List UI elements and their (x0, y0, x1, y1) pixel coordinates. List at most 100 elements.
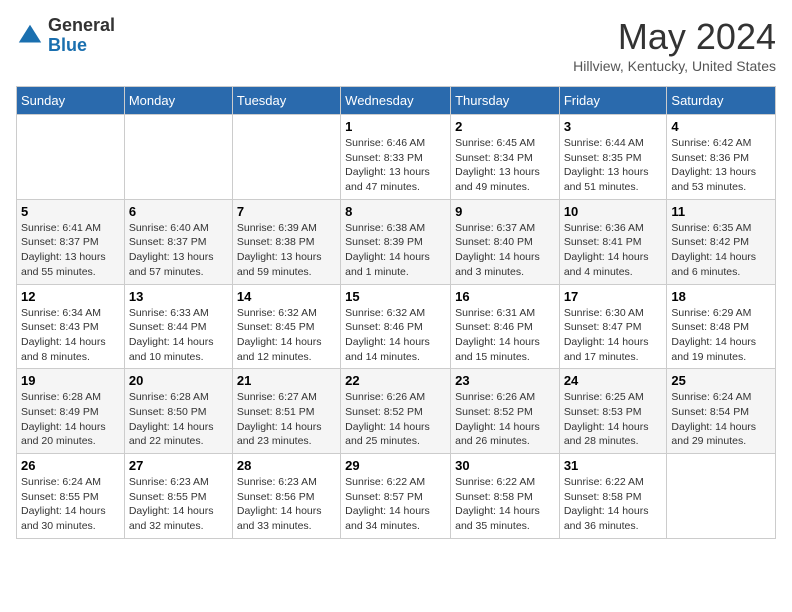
day-info: Sunrise: 6:39 AM Sunset: 8:38 PM Dayligh… (237, 221, 336, 280)
day-info: Sunrise: 6:26 AM Sunset: 8:52 PM Dayligh… (345, 390, 446, 449)
calendar-cell: 28 Sunrise: 6:23 AM Sunset: 8:56 PM Dayli… (232, 454, 340, 539)
day-info: Sunrise: 6:34 AM Sunset: 8:43 PM Dayligh… (21, 306, 120, 365)
calendar-cell: 26 Sunrise: 6:24 AM Sunset: 8:55 PM Dayli… (17, 454, 125, 539)
day-info: Sunrise: 6:30 AM Sunset: 8:47 PM Dayligh… (564, 306, 663, 365)
day-number: 6 (129, 204, 228, 219)
day-info: Sunrise: 6:40 AM Sunset: 8:37 PM Dayligh… (129, 221, 228, 280)
calendar-cell: 29Sunrise: 6:22 AM Sunset: 8:57 PM Dayli… (341, 454, 451, 539)
day-info: Sunrise: 6:27 AM Sunset: 8:51 PM Dayligh… (237, 390, 336, 449)
day-info: Sunrise: 6:41 AM Sunset: 8:37 PM Dayligh… (21, 221, 120, 280)
day-info: Sunrise: 6:29 AM Sunset: 8:48 PM Dayligh… (671, 306, 771, 365)
day-number: 30 (455, 458, 555, 473)
logo: General Blue (16, 16, 115, 56)
calendar-cell: 21 Sunrise: 6:27 AM Sunset: 8:51 PM Dayli… (232, 369, 340, 454)
day-number: 7 (237, 204, 336, 219)
day-number: 29 (345, 458, 446, 473)
day-number: 11 (671, 204, 771, 219)
calendar-cell: 8Sunrise: 6:38 AM Sunset: 8:39 PM Daylig… (341, 199, 451, 284)
calendar-week-3: 12 Sunrise: 6:34 AM Sunset: 8:43 PM Dayli… (17, 284, 776, 369)
day-number: 26 (21, 458, 120, 473)
day-header-monday: Monday (124, 87, 232, 115)
calendar-cell: 14 Sunrise: 6:32 AM Sunset: 8:45 PM Dayli… (232, 284, 340, 369)
calendar-cell: 31Sunrise: 6:22 AM Sunset: 8:58 PM Dayli… (559, 454, 667, 539)
day-header-sunday: Sunday (17, 87, 125, 115)
calendar-cell: 13 Sunrise: 6:33 AM Sunset: 8:44 PM Dayli… (124, 284, 232, 369)
day-info: Sunrise: 6:44 AM Sunset: 8:35 PM Dayligh… (564, 136, 663, 195)
day-info: Sunrise: 6:46 AM Sunset: 8:33 PM Dayligh… (345, 136, 446, 195)
calendar-cell: 5Sunrise: 6:41 AM Sunset: 8:37 PM Daylig… (17, 199, 125, 284)
calendar-cell: 16 Sunrise: 6:31 AM Sunset: 8:46 PM Dayli… (451, 284, 560, 369)
day-info: Sunrise: 6:23 AM Sunset: 8:56 PM Dayligh… (237, 475, 336, 534)
day-number: 2 (455, 119, 555, 134)
calendar-cell: 3 Sunrise: 6:44 AM Sunset: 8:35 PM Daylig… (559, 115, 667, 200)
month-title: May 2024 (573, 16, 776, 58)
day-number: 12 (21, 289, 120, 304)
calendar-table: SundayMondayTuesdayWednesdayThursdayFrid… (16, 86, 776, 539)
calendar-cell: 7 Sunrise: 6:39 AM Sunset: 8:38 PM Daylig… (232, 199, 340, 284)
day-number: 16 (455, 289, 555, 304)
day-info: Sunrise: 6:36 AM Sunset: 8:41 PM Dayligh… (564, 221, 663, 280)
day-info: Sunrise: 6:32 AM Sunset: 8:45 PM Dayligh… (237, 306, 336, 365)
calendar-week-5: 26 Sunrise: 6:24 AM Sunset: 8:55 PM Dayli… (17, 454, 776, 539)
calendar-cell (667, 454, 776, 539)
calendar-cell: 11 Sunrise: 6:35 AM Sunset: 8:42 PM Dayli… (667, 199, 776, 284)
day-number: 21 (237, 373, 336, 388)
day-number: 20 (129, 373, 228, 388)
day-number: 14 (237, 289, 336, 304)
day-info: Sunrise: 6:26 AM Sunset: 8:52 PM Dayligh… (455, 390, 555, 449)
calendar-cell: 20Sunrise: 6:28 AM Sunset: 8:50 PM Dayli… (124, 369, 232, 454)
calendar-cell: 25Sunrise: 6:24 AM Sunset: 8:54 PM Dayli… (667, 369, 776, 454)
day-header-wednesday: Wednesday (341, 87, 451, 115)
day-info: Sunrise: 6:45 AM Sunset: 8:34 PM Dayligh… (455, 136, 555, 195)
location: Hillview, Kentucky, United States (573, 58, 776, 74)
day-info: Sunrise: 6:42 AM Sunset: 8:36 PM Dayligh… (671, 136, 771, 195)
day-info: Sunrise: 6:31 AM Sunset: 8:46 PM Dayligh… (455, 306, 555, 365)
day-number: 3 (564, 119, 663, 134)
day-number: 31 (564, 458, 663, 473)
day-number: 18 (671, 289, 771, 304)
calendar-cell: 18 Sunrise: 6:29 AM Sunset: 8:48 PM Dayli… (667, 284, 776, 369)
calendar-cell: 30 Sunrise: 6:22 AM Sunset: 8:58 PM Dayli… (451, 454, 560, 539)
calendar-cell: 6 Sunrise: 6:40 AM Sunset: 8:37 PM Daylig… (124, 199, 232, 284)
day-header-friday: Friday (559, 87, 667, 115)
day-info: Sunrise: 6:32 AM Sunset: 8:46 PM Dayligh… (345, 306, 446, 365)
calendar-cell: 15 Sunrise: 6:32 AM Sunset: 8:46 PM Dayli… (341, 284, 451, 369)
day-number: 9 (455, 204, 555, 219)
day-number: 10 (564, 204, 663, 219)
calendar-cell: 23 Sunrise: 6:26 AM Sunset: 8:52 PM Dayli… (451, 369, 560, 454)
header: General Blue May 2024 Hillview, Kentucky… (16, 16, 776, 74)
calendar-header-row: SundayMondayTuesdayWednesdayThursdayFrid… (17, 87, 776, 115)
calendar-cell: 24Sunrise: 6:25 AM Sunset: 8:53 PM Dayli… (559, 369, 667, 454)
day-number: 15 (345, 289, 446, 304)
calendar-cell (232, 115, 340, 200)
day-info: Sunrise: 6:38 AM Sunset: 8:39 PM Dayligh… (345, 221, 446, 280)
calendar-cell (17, 115, 125, 200)
day-info: Sunrise: 6:35 AM Sunset: 8:42 PM Dayligh… (671, 221, 771, 280)
day-number: 13 (129, 289, 228, 304)
day-number: 19 (21, 373, 120, 388)
logo-icon (16, 22, 44, 50)
calendar-cell: 2 Sunrise: 6:45 AM Sunset: 8:34 PM Daylig… (451, 115, 560, 200)
day-number: 25 (671, 373, 771, 388)
calendar-cell: 22 Sunrise: 6:26 AM Sunset: 8:52 PM Dayli… (341, 369, 451, 454)
day-number: 22 (345, 373, 446, 388)
day-info: Sunrise: 6:24 AM Sunset: 8:55 PM Dayligh… (21, 475, 120, 534)
day-header-tuesday: Tuesday (232, 87, 340, 115)
calendar-cell: 1Sunrise: 6:46 AM Sunset: 8:33 PM Daylig… (341, 115, 451, 200)
day-info: Sunrise: 6:33 AM Sunset: 8:44 PM Dayligh… (129, 306, 228, 365)
calendar-week-2: 5Sunrise: 6:41 AM Sunset: 8:37 PM Daylig… (17, 199, 776, 284)
logo-text: General Blue (48, 16, 115, 56)
calendar-cell: 17 Sunrise: 6:30 AM Sunset: 8:47 PM Dayli… (559, 284, 667, 369)
day-header-thursday: Thursday (451, 87, 560, 115)
day-number: 28 (237, 458, 336, 473)
day-number: 17 (564, 289, 663, 304)
calendar-cell: 4Sunrise: 6:42 AM Sunset: 8:36 PM Daylig… (667, 115, 776, 200)
day-number: 23 (455, 373, 555, 388)
calendar-cell: 19 Sunrise: 6:28 AM Sunset: 8:49 PM Dayli… (17, 369, 125, 454)
calendar-cell: 9Sunrise: 6:37 AM Sunset: 8:40 PM Daylig… (451, 199, 560, 284)
calendar-week-4: 19 Sunrise: 6:28 AM Sunset: 8:49 PM Dayli… (17, 369, 776, 454)
calendar-cell: 10 Sunrise: 6:36 AM Sunset: 8:41 PM Dayli… (559, 199, 667, 284)
day-number: 24 (564, 373, 663, 388)
day-info: Sunrise: 6:28 AM Sunset: 8:49 PM Dayligh… (21, 390, 120, 449)
day-info: Sunrise: 6:22 AM Sunset: 8:58 PM Dayligh… (455, 475, 555, 534)
